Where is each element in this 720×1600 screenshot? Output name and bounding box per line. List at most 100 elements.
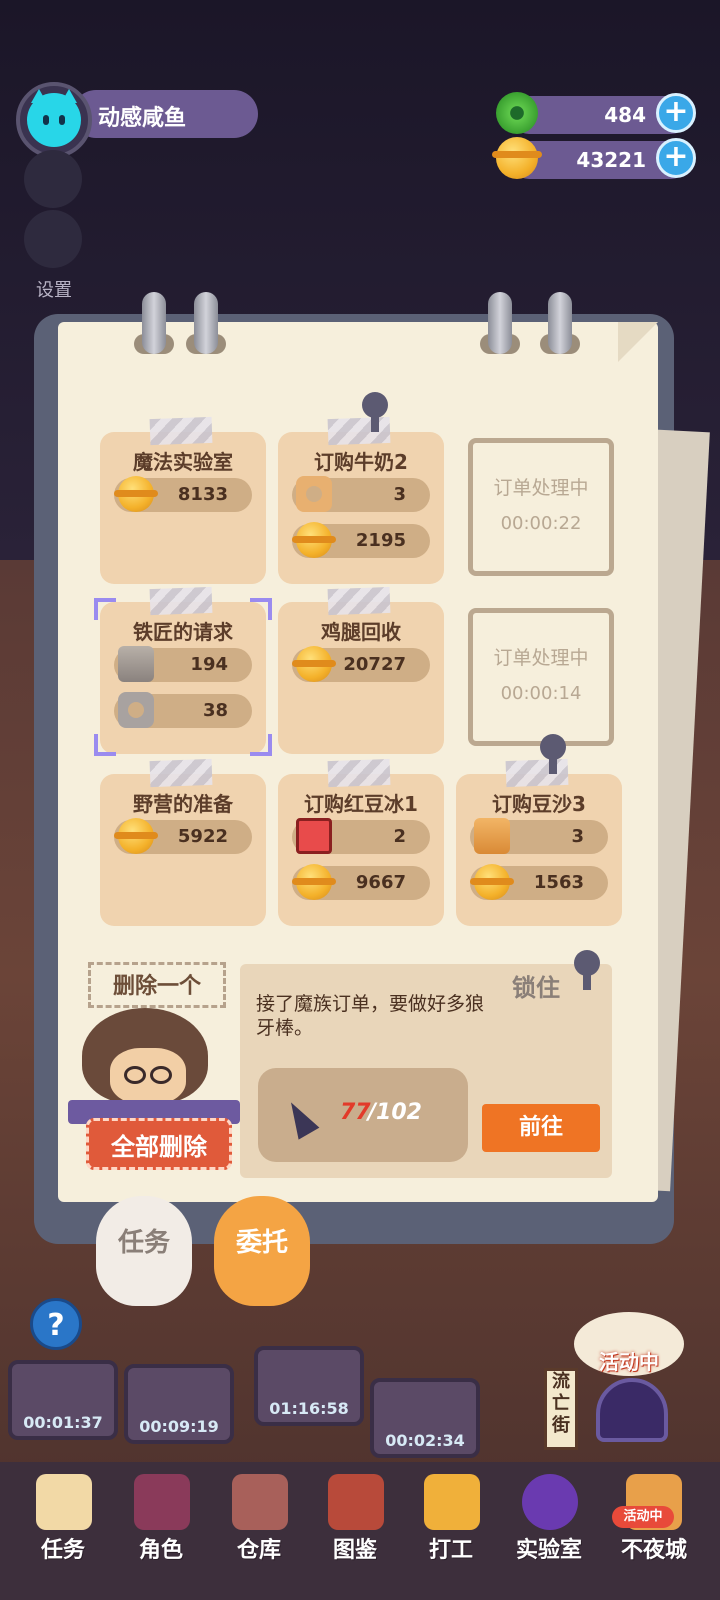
lock-pin-icon[interactable] xyxy=(574,950,600,990)
nav-label: 不夜城 xyxy=(620,1538,687,1563)
nav-label: 打工 xyxy=(428,1538,473,1563)
nav-character[interactable]: 角色 xyxy=(116,1462,206,1600)
reward-row: 2 xyxy=(292,818,430,854)
fang-icon xyxy=(280,1096,320,1140)
collapse-button[interactable] xyxy=(24,150,82,208)
activity-label: 活动中 xyxy=(599,1350,659,1374)
reward-value: 2 xyxy=(393,826,406,847)
selection-corner xyxy=(94,598,116,620)
help-icon[interactable]: ? xyxy=(30,1298,82,1350)
order-card[interactable]: 订购豆沙3 3 1563 xyxy=(456,758,622,926)
tape xyxy=(327,586,391,616)
order-card[interactable]: 魔法实验室 8133 xyxy=(100,416,266,584)
processing-slot: 订单处理中 00:00:14 xyxy=(468,608,614,746)
reward-row: 2195 xyxy=(292,522,430,558)
reward-row: 5922 xyxy=(114,818,252,854)
tab-commission-label: 委托 xyxy=(235,1228,288,1258)
red-box-icon xyxy=(296,818,332,854)
nav-work[interactable]: 打工 xyxy=(406,1462,496,1600)
selection-corner xyxy=(250,598,272,620)
nav-warehouse[interactable]: 仓库 xyxy=(214,1462,304,1600)
reward-row: 20727 xyxy=(292,646,430,682)
order-title: 鸡腿回收 xyxy=(321,620,401,644)
go-button[interactable]: 前往 xyxy=(482,1104,600,1152)
order-card[interactable]: 鸡腿回收 20727 xyxy=(278,586,444,754)
reward-value: 1563 xyxy=(533,872,584,893)
order-title: 订购红豆冰1 xyxy=(304,792,418,816)
progress-total: /102 xyxy=(368,1100,422,1125)
coin-count: 43221 xyxy=(576,148,646,172)
worker-tv[interactable]: 00:01:37 xyxy=(8,1360,118,1440)
tab-task-label: 任务 xyxy=(117,1228,170,1258)
tab-commission[interactable]: 委托 xyxy=(214,1196,310,1306)
reward-value: 194 xyxy=(190,654,228,675)
task-scroll-icon xyxy=(36,1474,92,1530)
nav-lab[interactable]: 实验室 xyxy=(504,1462,594,1600)
nut-icon xyxy=(118,692,154,728)
nav-nightless-city[interactable]: 不夜城 xyxy=(604,1462,704,1600)
reward-row: 1563 xyxy=(470,864,608,900)
portal-icon[interactable] xyxy=(596,1378,668,1442)
add-donut-button[interactable]: + xyxy=(656,93,696,133)
settings-gear-icon[interactable] xyxy=(24,210,82,268)
order-card[interactable]: 野营的准备 5922 xyxy=(100,758,266,926)
lock-button[interactable]: 锁住 xyxy=(512,968,560,1003)
order-card[interactable]: 订购红豆冰1 2 9667 xyxy=(278,758,444,926)
nav-label: 仓库 xyxy=(236,1538,281,1563)
reward-row: 38 xyxy=(114,692,252,728)
binder-ring xyxy=(488,292,512,354)
nut-icon xyxy=(296,476,332,512)
reward-value: 20727 xyxy=(343,654,406,675)
player-name: 动感咸鱼 xyxy=(98,106,187,131)
required-item-box: 77 /102 xyxy=(258,1068,468,1162)
order-description: 接了魔族订单，要做好多狼牙棒。 xyxy=(256,993,485,1039)
pin-icon xyxy=(540,734,566,774)
reward-value: 2195 xyxy=(355,530,406,551)
worker-tv[interactable]: 00:09:19 xyxy=(124,1364,234,1444)
order-title: 野营的准备 xyxy=(133,792,233,816)
worker-tv[interactable]: 01:16:58 xyxy=(254,1346,364,1426)
nav-label: 实验室 xyxy=(515,1538,582,1563)
reward-value: 9667 xyxy=(355,872,406,893)
delete-all-button[interactable]: 全部删除 xyxy=(86,1118,232,1170)
worker-timer: 00:02:34 xyxy=(385,1431,465,1450)
exile-street-sign[interactable]: 流亡街 xyxy=(544,1368,578,1450)
reward-row: 9667 xyxy=(292,864,430,900)
reward-value: 5922 xyxy=(177,826,228,847)
selection-corner xyxy=(94,734,116,756)
currency-coin: 43221 + xyxy=(492,137,696,179)
worker-tv[interactable]: 00:02:34 xyxy=(370,1378,480,1458)
glasses-icon xyxy=(124,1066,146,1084)
settings-label: 设置 xyxy=(36,280,72,301)
progress-current: 77 xyxy=(340,1100,371,1125)
book-icon xyxy=(328,1474,384,1530)
add-coin-button[interactable]: + xyxy=(656,138,696,178)
glasses-icon xyxy=(150,1066,172,1084)
order-title: 魔法实验室 xyxy=(133,450,233,474)
processing-countdown: 00:00:14 xyxy=(500,683,582,704)
avatar[interactable] xyxy=(27,89,81,147)
nav-task[interactable]: 任务 xyxy=(18,1462,108,1600)
activity-bubble[interactable]: 活动中 xyxy=(574,1312,684,1376)
nav-label: 任务 xyxy=(40,1538,85,1563)
coin-icon xyxy=(114,476,158,512)
reward-row: 194 xyxy=(114,646,252,682)
reward-value: 3 xyxy=(393,484,406,505)
tape xyxy=(149,416,213,446)
processing-countdown: 00:00:22 xyxy=(500,513,582,534)
coin-icon xyxy=(292,646,336,682)
reward-row: 8133 xyxy=(114,476,252,512)
nav-activity-badge: 活动中 xyxy=(612,1506,674,1528)
reward-row: 3 xyxy=(292,476,430,512)
reward-value: 38 xyxy=(202,700,228,721)
nav-collection[interactable]: 图鉴 xyxy=(310,1462,400,1600)
order-card-selected[interactable]: 铁匠的请求 194 38 xyxy=(100,586,266,754)
worker-timer: 00:09:19 xyxy=(139,1417,219,1436)
order-card[interactable]: 订购牛奶2 3 2195 xyxy=(278,416,444,584)
tab-task[interactable]: 任务 xyxy=(96,1196,192,1306)
nav-label: 图鉴 xyxy=(332,1538,377,1563)
donut-icon xyxy=(496,92,538,134)
bolt-icon xyxy=(474,818,510,854)
delete-one-button[interactable]: 删除一个 xyxy=(88,962,226,1008)
currency-donut: 484 + xyxy=(496,92,696,134)
